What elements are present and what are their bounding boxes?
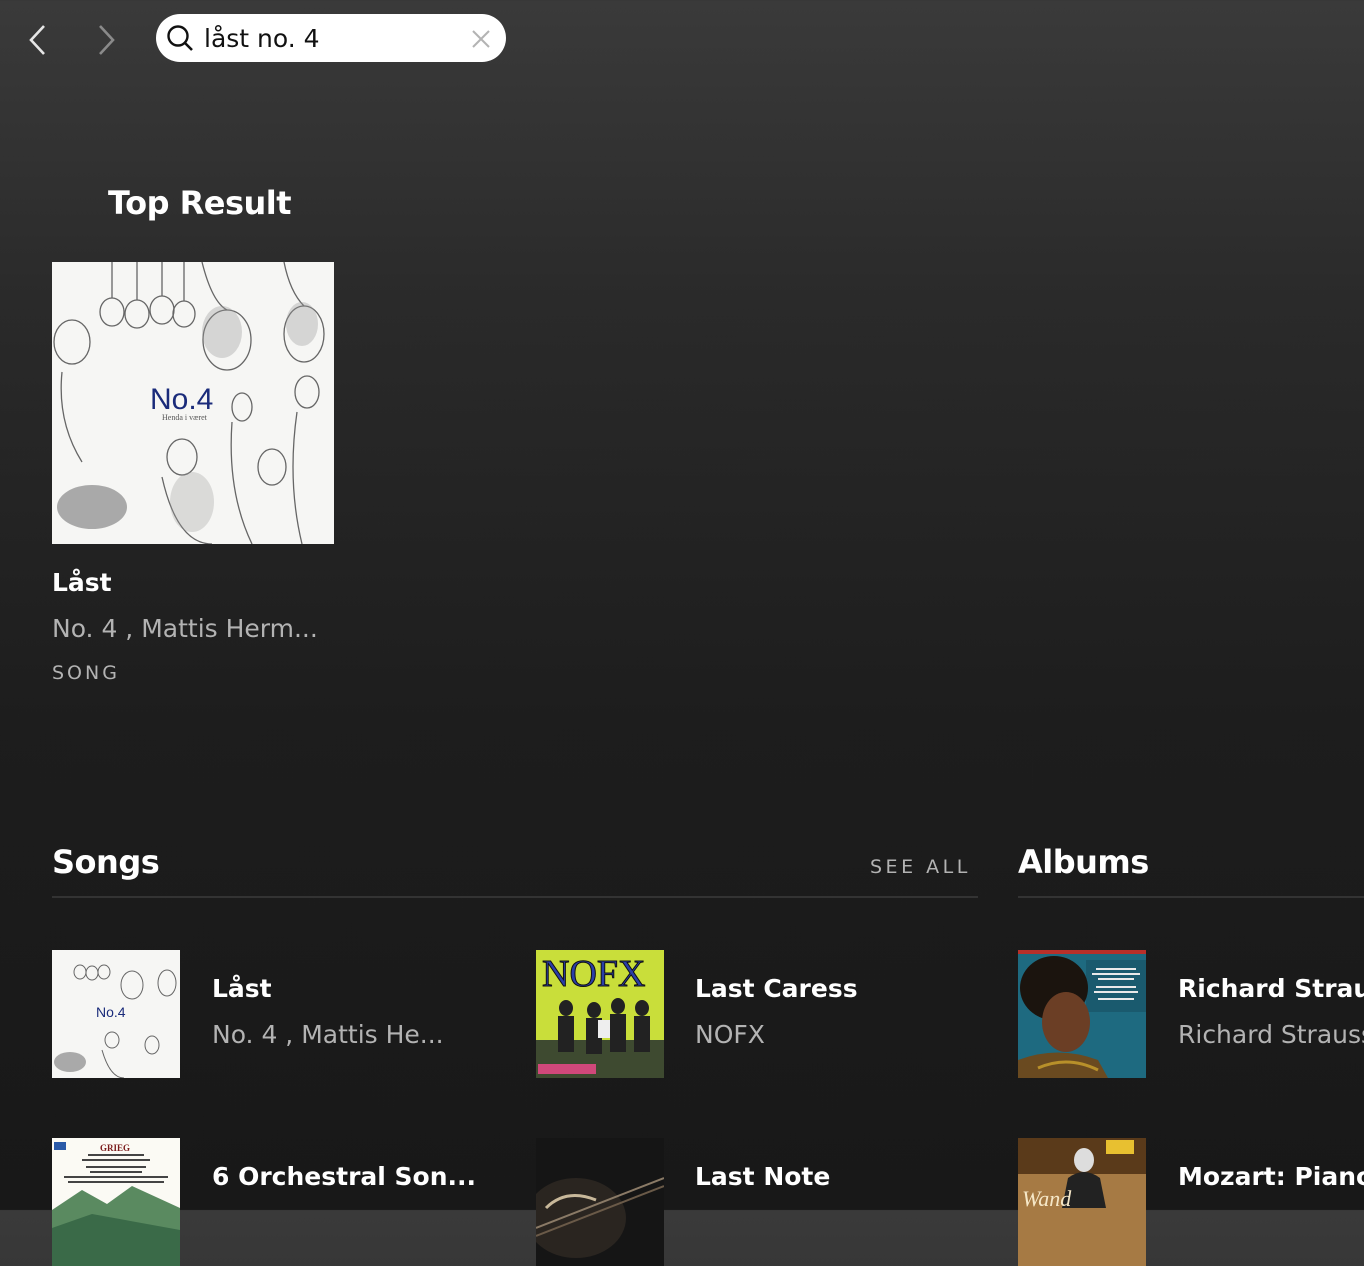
album-art-wand-edition: Wand — [1018, 1138, 1146, 1266]
cover-subtitle: Henda i været — [162, 413, 208, 422]
album-art-drawing: No.4 Henda i været — [53, 262, 325, 544]
song-cover-text: NOFX — [542, 953, 645, 995]
top-result-title[interactable]: Låst — [52, 568, 112, 597]
albums-divider — [1018, 896, 1364, 898]
album-art-portrait — [1018, 950, 1146, 1078]
song-title[interactable]: 6 Orchestral Son... — [212, 1162, 476, 1191]
album-subtitle[interactable]: Richard Strauss — [1178, 1020, 1364, 1049]
search-input[interactable] — [204, 22, 454, 54]
album-cover-richard-strauss[interactable] — [1018, 950, 1146, 1078]
song-cover-last-note[interactable] — [536, 1138, 664, 1266]
album-art-guitar — [536, 1138, 664, 1266]
song-cover-grieg[interactable]: GRIEG — [52, 1138, 180, 1266]
search-icon — [167, 25, 193, 51]
album-art-grieg: GRIEG — [52, 1138, 180, 1266]
song-subtitle[interactable]: No. 4 , Mattis He... — [212, 1020, 444, 1049]
chevron-left-icon — [29, 25, 45, 55]
see-all-button[interactable]: SEE ALL — [870, 856, 971, 878]
cover-title: No.4 — [150, 383, 213, 416]
album-art-nofx: NOFX — [536, 950, 664, 1078]
album-title[interactable]: Richard Strauss — [1178, 974, 1364, 1003]
album-cover-text: Wand — [1022, 1186, 1072, 1211]
search-bar — [156, 14, 506, 62]
song-title[interactable]: Last Caress — [695, 974, 858, 1003]
album-title[interactable]: Mozart: Piano — [1178, 1162, 1364, 1191]
songs-divider — [52, 896, 978, 898]
close-icon[interactable] — [468, 26, 494, 52]
top-result-subtitle[interactable]: No. 4 , Mattis Herm... — [52, 614, 342, 643]
album-cover-mozart[interactable]: Wand — [1018, 1138, 1146, 1266]
album-art-drawing: No.4 — [54, 964, 177, 1078]
song-cover-last-caress[interactable]: NOFX — [536, 950, 664, 1078]
song-cover-text: GRIEG — [100, 1143, 130, 1153]
song-title[interactable]: Last Note — [695, 1162, 830, 1191]
song-cover-text: No.4 — [96, 1004, 126, 1020]
top-result-heading: Top Result — [108, 184, 292, 222]
song-cover-last[interactable]: No.4 — [52, 950, 180, 1078]
song-title[interactable]: Låst — [212, 974, 272, 1003]
top-result-type: SONG — [52, 662, 120, 684]
top-result-cover[interactable]: No.4 Henda i været — [52, 262, 334, 544]
songs-heading: Songs — [52, 843, 160, 881]
song-subtitle[interactable]: NOFX — [695, 1020, 765, 1049]
albums-heading: Albums — [1018, 843, 1149, 881]
back-button[interactable] — [18, 20, 58, 60]
chevron-right-icon — [99, 25, 115, 55]
forward-button[interactable] — [86, 20, 126, 60]
